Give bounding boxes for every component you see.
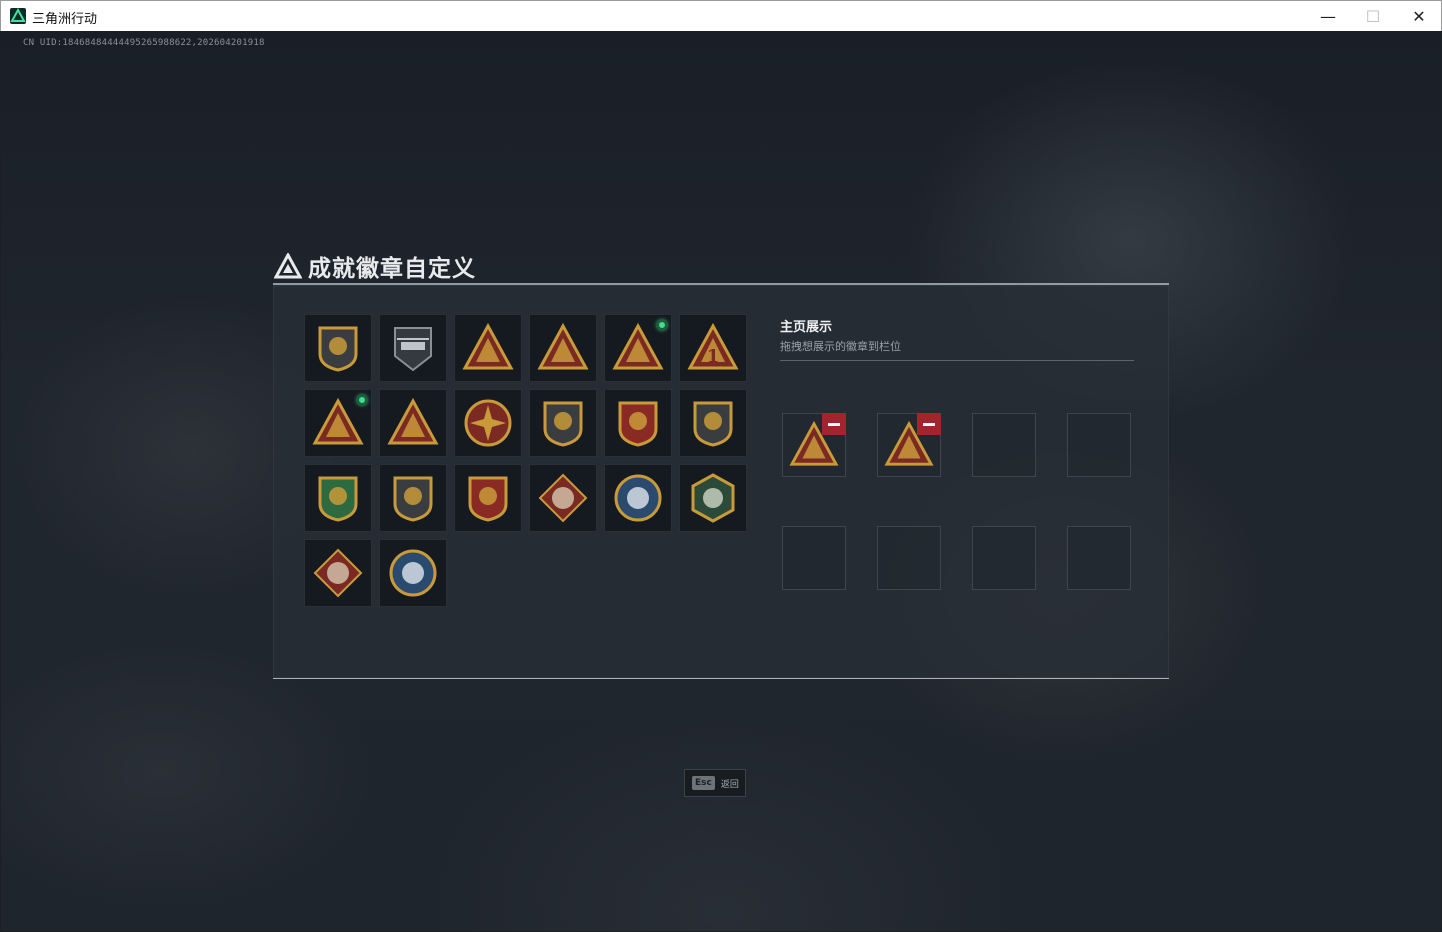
new-indicator-dot — [657, 320, 667, 330]
star-compass-medal-icon — [464, 399, 512, 447]
app-icon — [10, 7, 26, 24]
showcase-header: 主页展示 拖拽想展示的徽章到栏位 — [780, 316, 1134, 361]
badge-cell[interactable] — [304, 389, 372, 457]
badge-cell[interactable] — [379, 314, 447, 382]
showcase-title: 主页展示 — [780, 320, 833, 335]
lion-shield-badge-icon — [693, 401, 733, 447]
esc-back-button[interactable]: Esc 返回 — [684, 769, 746, 797]
panel-header: 成就徽章自定义 — [274, 249, 476, 283]
showcase-slot-filled[interactable] — [877, 413, 941, 477]
red-dragon-diamond-badge-icon — [313, 548, 363, 598]
badge-cell[interactable] — [604, 314, 672, 382]
minus-icon — [923, 422, 935, 426]
helicopter-badge-icon — [394, 327, 432, 372]
badge-cell[interactable] — [529, 389, 597, 457]
remove-badge-button[interactable] — [917, 413, 941, 435]
back-label: 返回 — [720, 779, 739, 790]
showcase-slot-empty[interactable] — [972, 526, 1036, 590]
badge-cell[interactable] — [379, 389, 447, 457]
divider — [780, 360, 1134, 361]
blue-eagle-round-badge-icon — [614, 474, 662, 522]
game-viewport: CN UID:18468484444495265988622,202604201… — [1, 31, 1441, 931]
showcase-slots — [782, 413, 1131, 590]
badge-cell[interactable] — [304, 464, 372, 532]
badge-grid: 1 — [304, 314, 747, 607]
showcase-slot-empty[interactable] — [1067, 413, 1131, 477]
gold-triangle-helmet-badge-icon — [312, 397, 364, 445]
uid-label: CN UID:18468484444495265988622,202604201… — [23, 38, 265, 48]
showcase-slot-empty[interactable] — [972, 413, 1036, 477]
green-crosshair-shield-badge-icon — [318, 476, 358, 522]
remove-badge-button[interactable] — [822, 413, 846, 435]
badge-cell[interactable] — [454, 464, 522, 532]
maximize-button[interactable]: ☐ — [1350, 1, 1396, 31]
delta-shield-badge-icon — [318, 326, 358, 372]
green-hawk-hexagon-badge-icon — [691, 473, 735, 523]
badge-cell[interactable] — [454, 389, 522, 457]
window-title: 三角洲行动 — [32, 12, 98, 27]
badge-cell[interactable] — [604, 389, 672, 457]
showcase-slot-empty[interactable] — [782, 526, 846, 590]
showcase-slot-empty[interactable] — [1067, 526, 1131, 590]
esc-key-hint: Esc — [692, 776, 715, 790]
badge-customize-panel: 1 主页展示 拖拽想展示的徽章到栏位 — [273, 283, 1169, 679]
minimize-button[interactable]: — — [1305, 1, 1351, 31]
delta-logo-icon — [274, 253, 302, 279]
blue-wolf-round-badge-icon — [389, 549, 437, 597]
panel-title: 成就徽章自定义 — [308, 256, 476, 282]
rifle-shield-badge-icon — [393, 476, 433, 522]
gold-triangle-crate-badge-icon — [537, 322, 589, 370]
badge-cell[interactable] — [604, 464, 672, 532]
gold-triangle-number-one-badge-icon: 1 — [687, 322, 739, 370]
badge-cell[interactable] — [529, 464, 597, 532]
badge-cell[interactable] — [679, 464, 747, 532]
shield-emblem-badge-icon — [543, 401, 583, 447]
red-wolf-diamond-badge-icon — [538, 473, 588, 523]
badge-cell[interactable] — [304, 539, 372, 607]
window-titlebar: 三角洲行动 — ☐ ✕ — [0, 0, 1442, 31]
badge-cell[interactable]: 1 — [679, 314, 747, 382]
five-star-crest-badge-icon — [618, 401, 658, 447]
showcase-slot-empty[interactable] — [877, 526, 941, 590]
gold-triangle-hands-badge-icon — [612, 322, 664, 370]
badge-cell[interactable] — [529, 314, 597, 382]
badge-cell[interactable] — [379, 539, 447, 607]
crossed-weapons-crest-badge-icon — [468, 476, 508, 522]
svg-text:1: 1 — [707, 346, 720, 367]
badge-cell[interactable] — [679, 389, 747, 457]
badge-cell[interactable] — [454, 314, 522, 382]
showcase-slot-filled[interactable] — [782, 413, 846, 477]
badge-cell[interactable] — [304, 314, 372, 382]
gold-triangle-soldiers-badge-icon — [387, 397, 439, 445]
minus-icon — [828, 422, 840, 426]
badge-cell[interactable] — [379, 464, 447, 532]
showcase-subtitle: 拖拽想展示的徽章到栏位 — [780, 340, 901, 353]
new-indicator-dot — [357, 395, 367, 405]
gold-triangle-tower-badge-icon — [462, 322, 514, 370]
close-button[interactable]: ✕ — [1396, 1, 1442, 31]
